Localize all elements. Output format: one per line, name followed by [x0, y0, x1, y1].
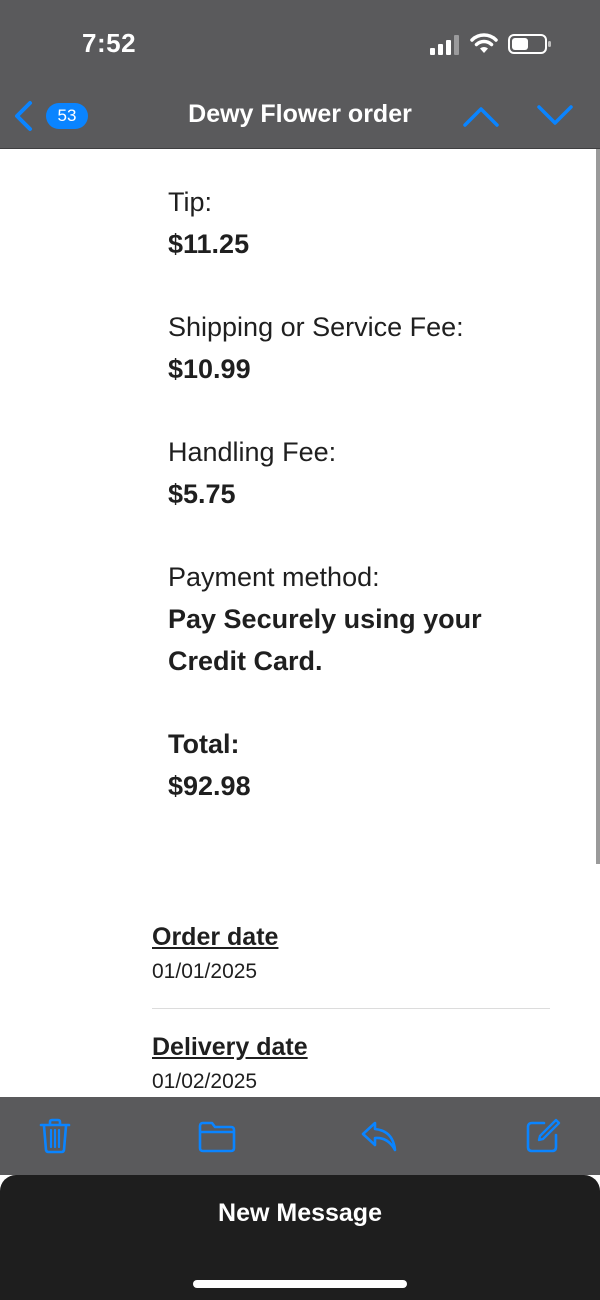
total-value: $92.98 [168, 771, 251, 801]
total-label: Total: [168, 729, 240, 759]
new-message-draft-sheet[interactable]: New Message [0, 1175, 600, 1300]
back-chevron-icon[interactable] [12, 100, 34, 132]
payment-value-line1: Pay Securely using your [168, 604, 482, 634]
cellular-signal-icon [430, 35, 459, 55]
bottom-toolbar [0, 1097, 600, 1175]
folder-icon[interactable] [198, 1117, 236, 1155]
shipping-label: Shipping or Service Fee: [168, 312, 464, 342]
delivery-date-label: Delivery date [152, 1033, 308, 1061]
delivery-date-section: Delivery date 01/02/2025 [152, 1029, 552, 1097]
scroll-indicator[interactable] [596, 149, 600, 864]
unread-count-badge[interactable]: 53 [46, 103, 88, 129]
handling-label: Handling Fee: [168, 437, 337, 467]
battery-icon [508, 34, 551, 54]
payment-section: Payment method: Pay Securely using your … [168, 556, 568, 682]
shipping-section: Shipping or Service Fee: $10.99 [168, 306, 568, 390]
message-subject-title: Dewy Flower order [188, 100, 412, 128]
order-date-section: Order date 01/01/2025 [152, 919, 552, 989]
shipping-value: $10.99 [168, 354, 251, 384]
handling-value: $5.75 [168, 479, 236, 509]
payment-value-line2: Credit Card. [168, 646, 323, 676]
order-date-value: 01/01/2025 [152, 960, 258, 983]
reply-icon[interactable] [360, 1117, 398, 1155]
new-message-title[interactable]: New Message [0, 1199, 600, 1228]
trash-icon[interactable] [36, 1117, 74, 1155]
mail-screen: 7:52 53 Dewy Flower order Tip: $11.25 Sh… [0, 0, 600, 1300]
next-message-chevron-down-icon[interactable] [536, 104, 574, 128]
divider [152, 1008, 550, 1009]
tip-value: $11.25 [168, 229, 250, 259]
home-indicator[interactable] [193, 1280, 407, 1288]
order-date-label: Order date [152, 923, 279, 951]
status-time: 7:52 [82, 28, 137, 58]
tip-section: Tip: $11.25 [168, 181, 568, 265]
total-section: Total: $92.98 [168, 723, 568, 807]
top-bar: 7:52 53 Dewy Flower order [0, 0, 600, 149]
tip-label: Tip: [168, 187, 213, 217]
email-body[interactable]: Tip: $11.25 Shipping or Service Fee: $10… [0, 149, 600, 1097]
handling-section: Handling Fee: $5.75 [168, 431, 568, 515]
delivery-date-value: 01/02/2025 [152, 1070, 258, 1093]
wifi-icon [470, 33, 498, 53]
compose-icon[interactable] [524, 1117, 562, 1155]
payment-label: Payment method: [168, 562, 380, 592]
previous-message-chevron-up-icon[interactable] [462, 104, 500, 128]
